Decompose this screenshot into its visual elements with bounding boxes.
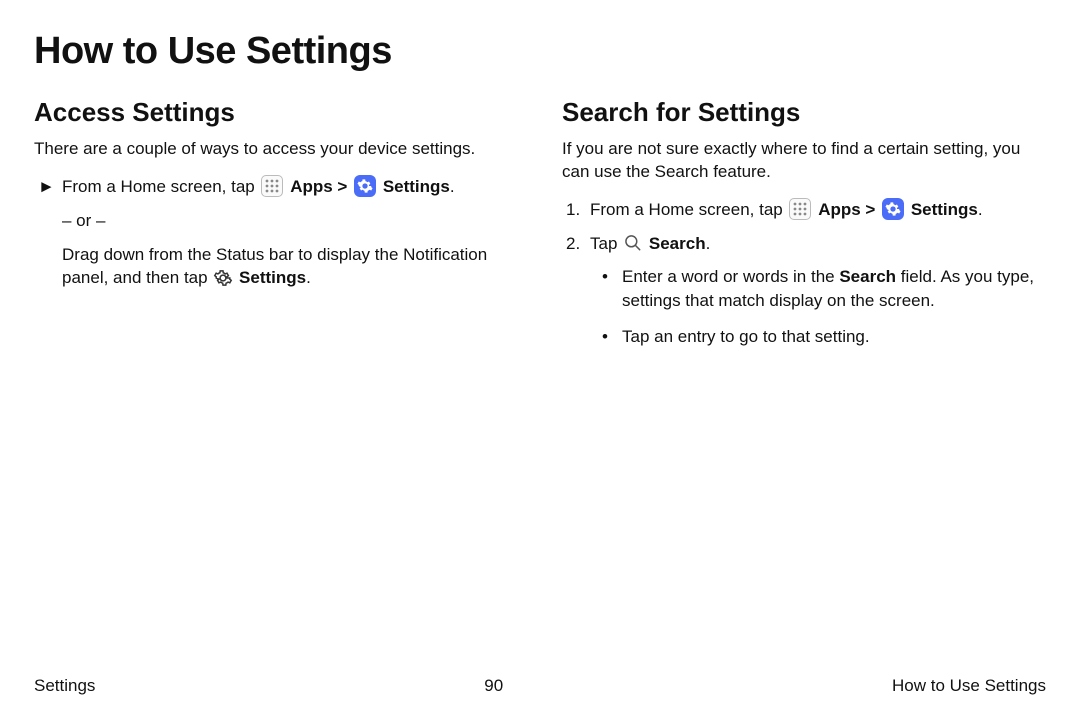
settings-label: Settings	[911, 200, 978, 219]
chevron: >	[861, 200, 880, 219]
page-footer: Settings 90 How to Use Settings	[34, 676, 1046, 696]
step-number: 1.	[562, 198, 590, 222]
apps-label: Apps	[290, 177, 333, 196]
step-number: 2.	[562, 232, 590, 256]
search-icon	[623, 233, 643, 253]
footer-left: Settings	[34, 676, 95, 696]
bullet2-text: Tap an entry to go to that setting.	[622, 325, 870, 349]
access-heading: Access Settings	[34, 97, 518, 128]
apps-label: Apps	[818, 200, 861, 219]
footer-right: How to Use Settings	[892, 676, 1046, 696]
search-settings-section: Search for Settings If you are not sure …	[562, 97, 1046, 361]
step2-text: Tap	[590, 234, 622, 253]
search-bullet-2: • Tap an entry to go to that setting.	[602, 325, 1046, 349]
chevron: >	[333, 177, 352, 196]
search-step-2: 2. Tap Search.	[562, 232, 1046, 256]
access-alt-step: Drag down from the Status bar to display…	[62, 243, 518, 291]
search-bullet-1: • Enter a word or words in the Search fi…	[602, 265, 1046, 313]
access-step: ► From a Home screen, tap Apps > Setting…	[34, 175, 518, 199]
settings-label: Settings	[383, 177, 450, 196]
access-settings-section: Access Settings There are a couple of wa…	[34, 97, 518, 361]
search-step-1: 1. From a Home screen, tap Apps > Settin…	[562, 198, 1046, 222]
access-step-text: From a Home screen, tap	[62, 177, 259, 196]
bullet-icon: •	[602, 265, 622, 289]
settings-gear-blue-icon	[354, 175, 376, 197]
or-divider: – or –	[62, 209, 518, 233]
search-label: Search	[649, 234, 706, 253]
period: .	[450, 177, 455, 196]
access-intro: There are a couple of ways to access you…	[34, 138, 518, 161]
apps-icon	[261, 175, 283, 197]
step1-text: From a Home screen, tap	[590, 200, 787, 219]
search-heading: Search for Settings	[562, 97, 1046, 128]
bullet-icon: •	[602, 325, 622, 349]
period: .	[978, 200, 983, 219]
page-title: How to Use Settings	[34, 30, 1046, 73]
settings-label-plain: Settings	[239, 268, 306, 287]
settings-gear-blue-icon	[882, 198, 904, 220]
period: .	[306, 268, 311, 287]
settings-gear-icon	[213, 268, 233, 288]
footer-page-number: 90	[484, 676, 503, 696]
search-intro: If you are not sure exactly where to fin…	[562, 138, 1046, 184]
period: .	[706, 234, 711, 253]
bullet1-text-a: Enter a word or words in the	[622, 267, 839, 286]
bullet1-bold: Search	[839, 267, 896, 286]
content-columns: Access Settings There are a couple of wa…	[34, 97, 1046, 361]
triangle-marker: ►	[34, 175, 62, 199]
apps-icon	[789, 198, 811, 220]
